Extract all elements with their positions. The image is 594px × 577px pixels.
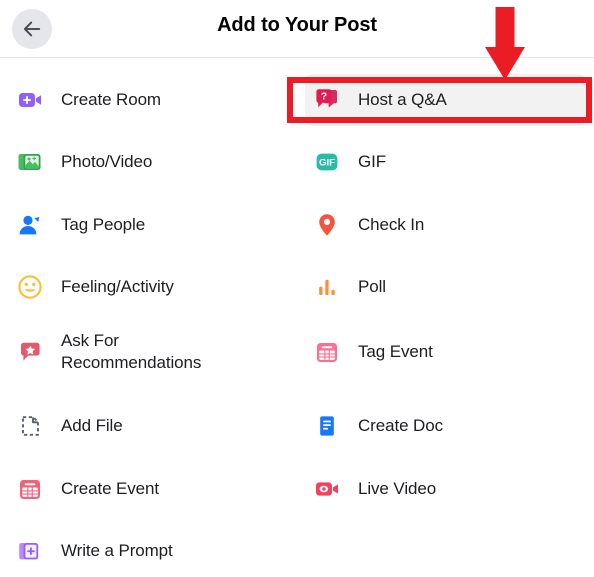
menu-item-write-a-prompt[interactable]: Write a Prompt [8,525,289,577]
video-camera-plus-icon [16,86,44,114]
live-video-icon [313,475,341,503]
menu-item-create-event[interactable]: Create Event [8,463,289,515]
menu-item-poll[interactable]: Poll [305,261,586,313]
menu-item-label: Tag People [61,215,146,235]
menu-item-tag-event[interactable]: Tag Event [305,326,586,378]
person-tag-icon [16,211,44,239]
page-title: Add to Your Post [217,14,377,36]
menu-item-check-in[interactable]: Check In [305,199,586,251]
add-to-post-menu: Create Room Photo/Video Tag People Feeli… [0,58,594,574]
photo-stack-icon [16,148,44,176]
menu-item-label: Live Video [358,479,437,499]
card-plus-icon [16,537,44,565]
gif-icon: GIF [313,148,341,176]
menu-item-tag-people[interactable]: Tag People [8,199,289,251]
menu-item-live-video[interactable]: Live Video [305,463,586,515]
menu-item-label: Poll [358,277,386,297]
menu-item-create-doc[interactable]: Create Doc [305,400,586,452]
calendar-icon [313,338,341,366]
menu-item-photo-video[interactable]: Photo/Video [8,136,289,188]
menu-item-label: Add File [61,416,123,436]
menu-item-feeling-activity[interactable]: Feeling/Activity [8,261,289,313]
menu-item-ask-for-recommendations[interactable]: Ask For Recommendations [8,326,289,378]
menu-item-label: Photo/Video [61,152,153,172]
menu-item-create-room[interactable]: Create Room [8,74,289,126]
menu-item-add-file[interactable]: Add File [8,400,289,452]
menu-item-label: Host a Q&A [358,90,447,110]
menu-item-label: Ask For Recommendations [61,331,202,372]
document-icon [313,412,341,440]
menu-item-label: Feeling/Activity [61,277,174,297]
menu-item-label: Write a Prompt [61,541,173,561]
dialog-header: Add to Your Post [0,0,594,58]
menu-item-label: Check In [358,215,425,235]
bar-chart-icon [313,273,341,301]
location-pin-icon [313,211,341,239]
menu-item-label: Create Doc [358,416,443,436]
question-bubble-icon: ? [313,86,341,114]
svg-text:?: ? [321,91,327,103]
menu-item-label: Create Room [61,90,161,110]
menu-item-label: Tag Event [358,342,433,362]
calendar-icon [16,475,44,503]
speech-bubble-star-icon [16,338,44,366]
menu-item-host-a-qanda[interactable]: ? Host a Q&A [305,74,586,126]
menu-item-label: Create Event [61,479,160,499]
menu-item-gif[interactable]: GIF GIF [305,136,586,188]
svg-text:GIF: GIF [319,157,335,168]
smiley-face-icon [16,273,44,301]
menu-item-label: GIF [358,152,387,172]
file-dashed-icon [16,412,44,440]
